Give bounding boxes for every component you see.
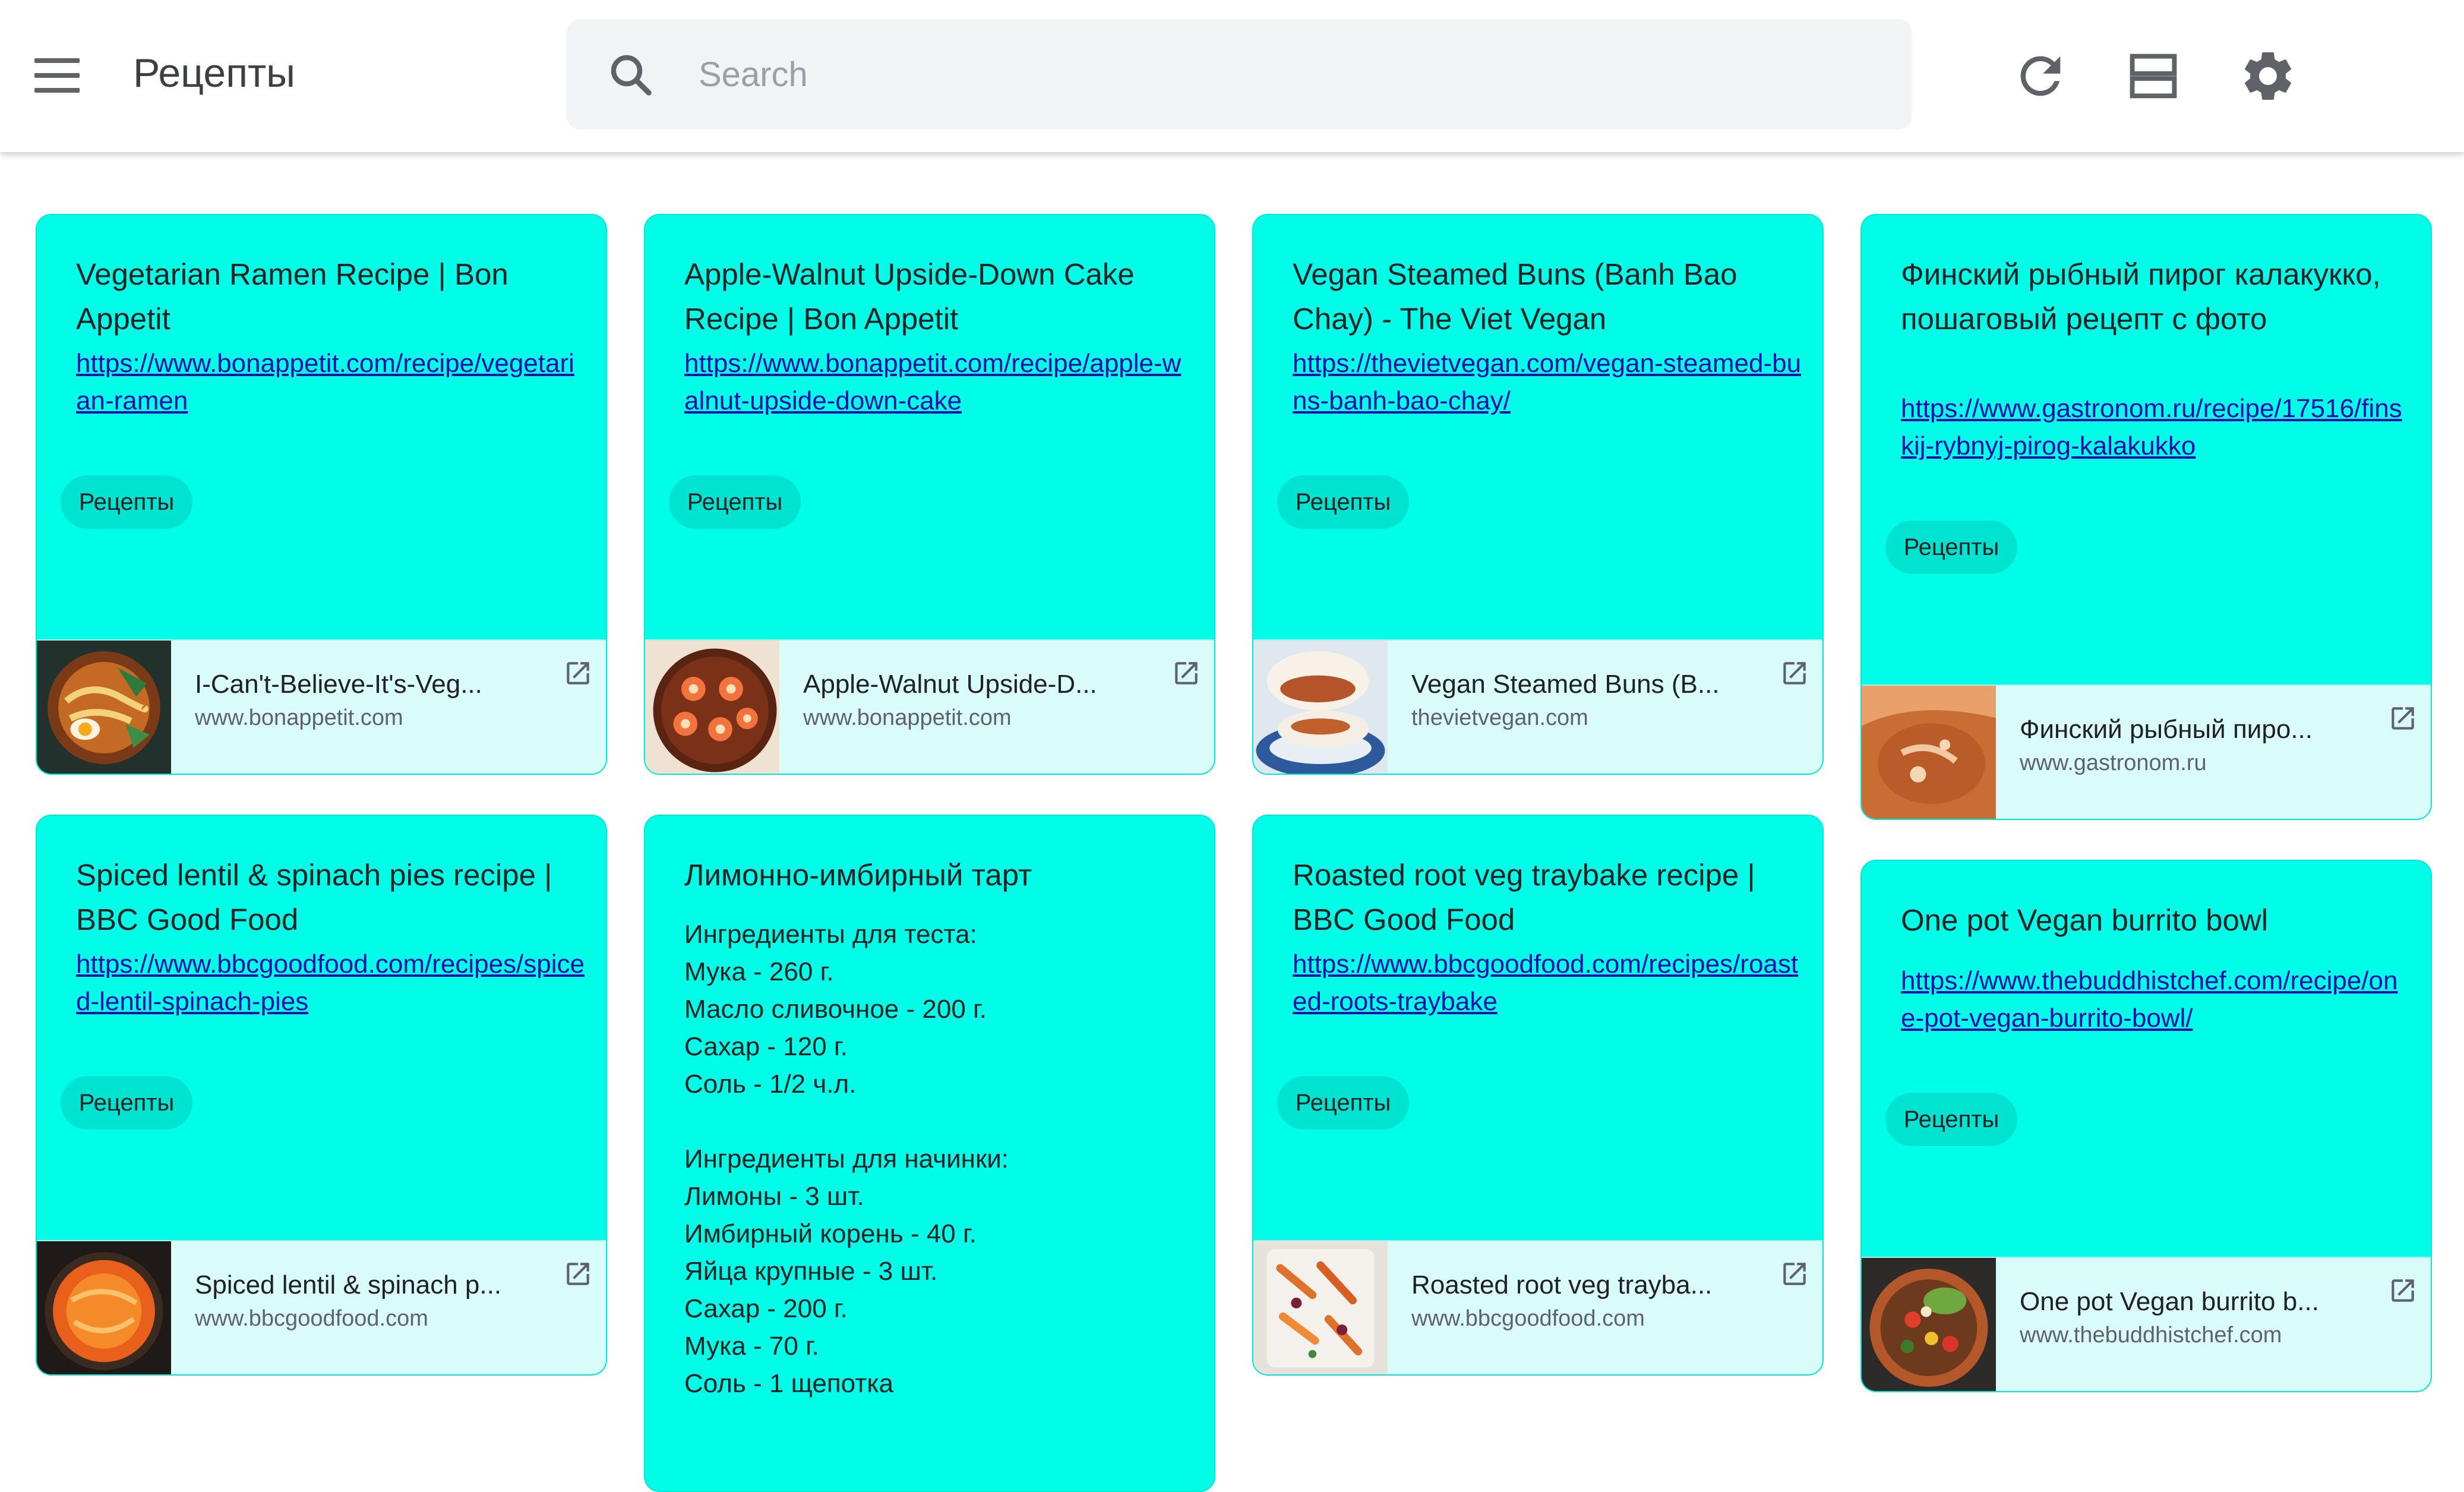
preview-title: One pot Vegan burrito b...	[2020, 1287, 2319, 1316]
preview-domain: www.bonappetit.com	[803, 705, 1012, 730]
link-preview[interactable]: I-Can't-Believe-It's-Veg... www.bonappet…	[37, 639, 606, 774]
card-title: Spiced lentil & spinach pies recipe | BB…	[76, 858, 552, 936]
app-title: Рецепты	[133, 51, 296, 96]
search-icon[interactable]	[606, 50, 656, 100]
recipe-card[interactable]: Vegan Steamed Buns (Banh Bao Chay) - The…	[1252, 214, 1824, 775]
preview-title: Apple-Walnut Upside-D...	[803, 670, 1097, 699]
card-link[interactable]: https://www.bbcgoodfood.com/recipes/roas…	[1293, 945, 1803, 1020]
burrito-bowl-thumbnail	[1862, 1258, 1996, 1391]
traybake-thumbnail	[1253, 1241, 1388, 1374]
card-link[interactable]: https://www.gastronom.ru/recipe/17516/fi…	[1901, 390, 2412, 465]
link-preview[interactable]: Vegan Steamed Buns (B... thevietvegan.co…	[1253, 639, 1822, 774]
preview-title: I-Can't-Believe-It's-Veg...	[195, 670, 482, 699]
preview-title: Roasted root veg trayba...	[1411, 1270, 1713, 1299]
preview-domain: www.thebuddhistchef.com	[2020, 1323, 2282, 1348]
card-link[interactable]: https://www.bbcgoodfood.com/recipes/spic…	[76, 945, 587, 1020]
cake-thumbnail	[645, 641, 779, 774]
card-link[interactable]: https://www.bonappetit.com/recipe/apple-…	[684, 345, 1195, 419]
card-title: One pot Vegan burrito bowl	[1901, 903, 2269, 937]
preview-title: Vegan Steamed Buns (B...	[1411, 670, 1720, 699]
label-chip[interactable]: Рецепты	[1885, 1093, 2017, 1146]
preview-domain: thevietvegan.com	[1411, 705, 1588, 730]
preview-domain: www.bbcgoodfood.com	[195, 1306, 428, 1331]
recipe-card[interactable]: Apple-Walnut Upside-Down Cake Recipe | B…	[644, 214, 1215, 775]
recipe-card[interactable]: One pot Vegan burrito bowl https://www.t…	[1860, 860, 2432, 1392]
menu-icon-bar	[34, 88, 80, 93]
search-input[interactable]	[699, 42, 1863, 107]
note-card[interactable]: Лимонно-имбирный тарт Ингредиенты для те…	[644, 815, 1215, 1492]
open-in-new-icon[interactable]	[2388, 704, 2418, 733]
lentil-pie-thumbnail	[37, 1241, 171, 1374]
note-body: Ингредиенты для теста: Мука - 260 г. Мас…	[684, 920, 1009, 1398]
card-title: Лимонно-имбирный тарт	[684, 858, 1032, 892]
fish-pie-thumbnail	[1862, 686, 1996, 819]
open-in-new-icon[interactable]	[1171, 658, 1201, 688]
recipe-card[interactable]: Vegetarian Ramen Recipe | Bon Appetit ht…	[36, 214, 607, 775]
card-title: Финский рыбный пирог калакукко, пошаговы…	[1901, 257, 2381, 336]
refresh-icon[interactable]	[2011, 46, 2070, 106]
preview-domain: www.bbcgoodfood.com	[1411, 1306, 1645, 1331]
gear-icon[interactable]	[2238, 46, 2298, 106]
card-title: Roasted root veg traybake recipe | BBC G…	[1293, 858, 1755, 936]
link-preview[interactable]: Финский рыбный пиро... www.gastronom.ru	[1862, 685, 2431, 819]
open-in-new-icon[interactable]	[1780, 658, 1809, 688]
recipe-card[interactable]: Roasted root veg traybake recipe | BBC G…	[1252, 815, 1824, 1376]
open-in-new-icon[interactable]	[1780, 1259, 1809, 1289]
label-chip[interactable]: Рецепты	[61, 1076, 192, 1130]
card-title: Apple-Walnut Upside-Down Cake Recipe | B…	[684, 257, 1135, 336]
open-in-new-icon[interactable]	[563, 1259, 593, 1289]
card-title: Vegan Steamed Buns (Banh Bao Chay) - The…	[1293, 257, 1738, 336]
steamed-buns-thumbnail	[1253, 641, 1388, 774]
recipe-card[interactable]: Spiced lentil & spinach pies recipe | BB…	[36, 815, 607, 1376]
label-chip[interactable]: Рецепты	[1277, 475, 1409, 529]
preview-title: Spiced lentil & spinach p...	[195, 1270, 502, 1299]
list-view-icon[interactable]	[2124, 46, 2183, 106]
link-preview[interactable]: Spiced lentil & spinach p... www.bbcgood…	[37, 1240, 606, 1374]
preview-title: Финский рыбный пиро...	[2020, 715, 2313, 744]
preview-domain: www.bonappetit.com	[195, 705, 403, 730]
label-chip[interactable]: Рецепты	[61, 475, 192, 529]
card-link[interactable]: https://www.thebuddhistchef.com/recipe/o…	[1901, 962, 2412, 1037]
card-link[interactable]: https://www.bonappetit.com/recipe/vegeta…	[76, 345, 587, 419]
link-preview[interactable]: Roasted root veg trayba... www.bbcgoodfo…	[1253, 1240, 1822, 1374]
label-chip[interactable]: Рецепты	[1885, 521, 2017, 574]
top-app-bar: Рецепты	[0, 0, 2464, 152]
label-chip[interactable]: Рецепты	[669, 475, 801, 529]
card-title: Vegetarian Ramen Recipe | Bon Appetit	[76, 257, 508, 336]
card-link[interactable]: https://thevietvegan.com/vegan-steamed-b…	[1293, 345, 1803, 419]
search-bar[interactable]	[567, 19, 1912, 130]
menu-icon-bar	[34, 73, 80, 78]
recipe-card[interactable]: Финский рыбный пирог калакукко, пошаговы…	[1860, 214, 2432, 820]
link-preview[interactable]: Apple-Walnut Upside-D... www.bonappetit.…	[645, 639, 1214, 774]
open-in-new-icon[interactable]	[2388, 1276, 2418, 1305]
open-in-new-icon[interactable]	[563, 658, 593, 688]
main-menu-button[interactable]	[34, 58, 80, 93]
label-chip[interactable]: Рецепты	[1277, 1076, 1409, 1130]
preview-domain: www.gastronom.ru	[2020, 750, 2207, 775]
ramen-thumbnail	[37, 641, 171, 774]
menu-icon-bar	[34, 58, 80, 63]
link-preview[interactable]: One pot Vegan burrito b... www.thebuddhi…	[1862, 1257, 2431, 1391]
